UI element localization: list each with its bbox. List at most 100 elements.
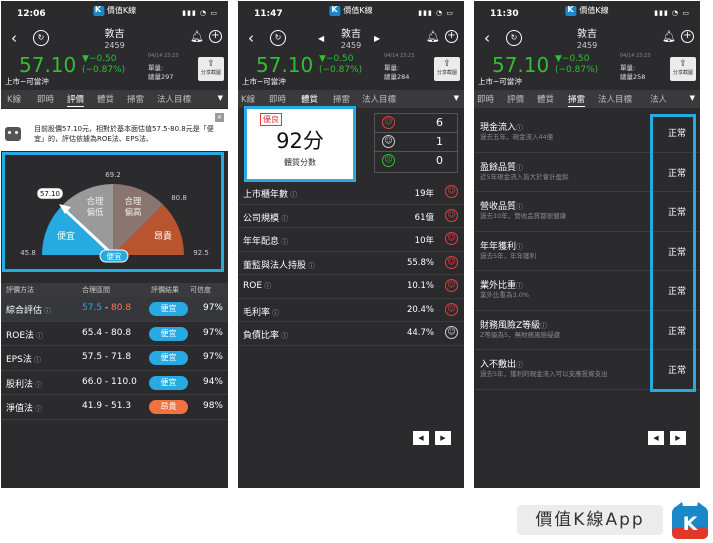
table-row[interactable]: 股利法 ⓘ 66.0 - 110.0 便宜 94%	[1, 371, 228, 395]
change-percent: (−0.87%)	[555, 65, 599, 75]
info-icon[interactable]: ⓘ	[516, 203, 523, 211]
table-row[interactable]: EPS法 ⓘ 57.5 - 71.8 便宜 97%	[1, 346, 228, 371]
info-icon[interactable]: ⓘ	[33, 405, 42, 413]
info-icon[interactable]: ⓘ	[306, 262, 315, 270]
info-icon[interactable]: ⓘ	[516, 243, 523, 251]
tab-valuation[interactable]: 評價	[67, 93, 85, 107]
tab-realtime[interactable]: 即時	[269, 93, 286, 105]
metric-value: 20.4%	[406, 304, 434, 315]
metric-name: 董監與法人持股	[243, 260, 307, 271]
robot-icon	[5, 127, 21, 141]
total-volume: 總量258	[620, 73, 646, 81]
next-stock-icon[interactable]: ▶	[374, 34, 380, 43]
method-name: 綜合評估	[6, 306, 43, 316]
volume-info: 單量: 總量258	[620, 64, 645, 82]
risk-name: 業外比重	[480, 281, 517, 291]
table-row[interactable]: 淨值法 ⓘ 41.9 - 51.3 昂貴 98%	[1, 395, 228, 420]
next-page-button[interactable]: ▶	[670, 431, 686, 445]
tab-kline[interactable]: K線	[7, 93, 21, 105]
risk-description: 過去10年，營收品質都很健康	[480, 212, 567, 220]
tab-more-icon[interactable]: ▼	[690, 94, 695, 102]
svg-text:K: K	[683, 513, 699, 535]
confidence-value: 97%	[202, 327, 223, 338]
next-page-button[interactable]: ▶	[435, 431, 451, 445]
tab-health[interactable]: 體質	[97, 93, 114, 105]
tab-target[interactable]: 法人目標	[157, 93, 191, 105]
add-icon[interactable]: +	[445, 30, 458, 43]
range-cell: 41.9 - 51.3	[82, 401, 131, 411]
tab-target[interactable]: 法人目標	[598, 93, 632, 105]
prev-page-button[interactable]: ◀	[413, 431, 429, 445]
table-row[interactable]: ROE法 ⓘ 65.4 - 80.8 便宜 97%	[1, 322, 228, 346]
tab-more-icon[interactable]: ▼	[454, 94, 459, 102]
tab-health[interactable]: 體質	[301, 93, 319, 107]
info-icon[interactable]: ⓘ	[288, 191, 297, 199]
info-icon[interactable]: ⓘ	[270, 309, 279, 317]
app-logo-icon	[92, 5, 104, 16]
table-row[interactable]: 綜合評估 ⓘ 57.5 - 80.8 便宜 97%	[1, 297, 228, 322]
confidence-value: 94%	[202, 376, 223, 387]
info-icon[interactable]: ⓘ	[516, 282, 523, 290]
tab-health[interactable]: 體質	[537, 93, 554, 105]
share-screenshot-button[interactable]: ⇪ 分享截圖	[434, 57, 460, 81]
tab-risk[interactable]: 掃雷	[333, 93, 350, 105]
list-item[interactable]: 負債比率 ⓘ 44.7% ☺	[238, 322, 464, 346]
info-icon[interactable]: ⓘ	[279, 238, 288, 246]
share-screenshot-button[interactable]: ⇪ 分享截圖	[198, 57, 224, 81]
tab-risk[interactable]: 掃雷	[127, 93, 144, 105]
tab-institutional[interactable]: 法人	[650, 93, 667, 105]
info-icon[interactable]: ⓘ	[42, 307, 51, 315]
info-icon[interactable]: ⓘ	[279, 332, 288, 340]
smile-icon: ☺	[445, 185, 458, 198]
prev-page-button[interactable]: ◀	[648, 431, 664, 445]
info-icon[interactable]: ⓘ	[262, 282, 271, 290]
info-icon[interactable]: ⓘ	[33, 381, 42, 389]
brand-label: 價值K線	[106, 6, 137, 15]
list-item[interactable]: 年年配息 ⓘ 10年 ☺	[238, 228, 464, 252]
tab-risk[interactable]: 掃雷	[568, 93, 586, 107]
range-high: 80.8	[111, 303, 132, 313]
add-icon[interactable]: +	[681, 30, 694, 43]
health-score-card: 優良 92分 體質分數	[244, 106, 356, 182]
range-cell: 65.4 - 80.8	[82, 328, 131, 338]
list-item[interactable]: 毛利率 ⓘ 20.4% ☺	[238, 299, 464, 322]
list-item[interactable]: 董監與法人持股 ⓘ 55.8% ☺	[238, 252, 464, 275]
risk-name-cell: 業外比重ⓘ	[480, 278, 523, 291]
bell-icon[interactable]: 🔔︎	[190, 30, 204, 43]
bell-icon[interactable]: 🔔︎	[662, 30, 676, 43]
tab-kline[interactable]: K線	[241, 93, 255, 105]
info-icon[interactable]: ⓘ	[32, 356, 41, 364]
info-icon[interactable]: ⓘ	[540, 322, 547, 330]
col-confidence: 可信度	[190, 286, 211, 294]
col-result: 評價結果	[151, 286, 179, 294]
tab-target[interactable]: 法人目標	[362, 93, 396, 105]
valuation-table: 評價方法 合理區間 評價結果 可信度 綜合評估 ⓘ 57.5 - 80.8 便宜 97…	[1, 283, 228, 420]
info-icon[interactable]: ⓘ	[516, 164, 523, 172]
range-low: 57.5	[82, 303, 103, 313]
gauge-svg: 69.2 80.8 45.8 92.5 57.10 便宜 合理偏低 合理偏高 昂…	[20, 171, 209, 263]
quote-date: 04/14 23:23	[384, 53, 415, 59]
price: 57.10	[256, 53, 314, 77]
share-label: 分享截圖	[200, 70, 221, 76]
add-icon[interactable]: +	[209, 30, 222, 43]
health-score: 92分	[276, 129, 324, 153]
result-badge: 便宜	[149, 351, 188, 365]
share-screenshot-button[interactable]: ⇪ 分享截圖	[670, 57, 696, 81]
close-icon[interactable]: ✕	[215, 113, 224, 122]
info-icon[interactable]: ⓘ	[279, 215, 288, 223]
info-icon[interactable]: ⓘ	[34, 332, 43, 340]
tab-realtime[interactable]: 即時	[477, 93, 494, 105]
list-item[interactable]: 上市櫃年數 ⓘ 19年 ☺	[238, 181, 464, 205]
range-separator: -	[102, 401, 112, 411]
phone-health: 11:47 價值K線 ▮▮▮ ◔ ▭ ‹ ↻ ◀ 敦吉 2459 ▶ 🔔︎ + …	[238, 1, 464, 488]
tab-more-icon[interactable]: ▼	[218, 94, 223, 102]
list-item[interactable]: 公司規模 ⓘ 61億 ☺	[238, 205, 464, 228]
range-high: 80.8	[111, 327, 132, 338]
bell-icon[interactable]: 🔔︎	[426, 30, 440, 43]
confidence-value: 97%	[202, 352, 223, 362]
tab-realtime[interactable]: 即時	[37, 93, 54, 105]
info-icon[interactable]: ⓘ	[516, 124, 523, 132]
info-icon[interactable]: ⓘ	[516, 361, 523, 369]
tab-valuation[interactable]: 評價	[507, 93, 524, 105]
list-item[interactable]: ROE ⓘ 10.1% ☺	[238, 275, 464, 299]
